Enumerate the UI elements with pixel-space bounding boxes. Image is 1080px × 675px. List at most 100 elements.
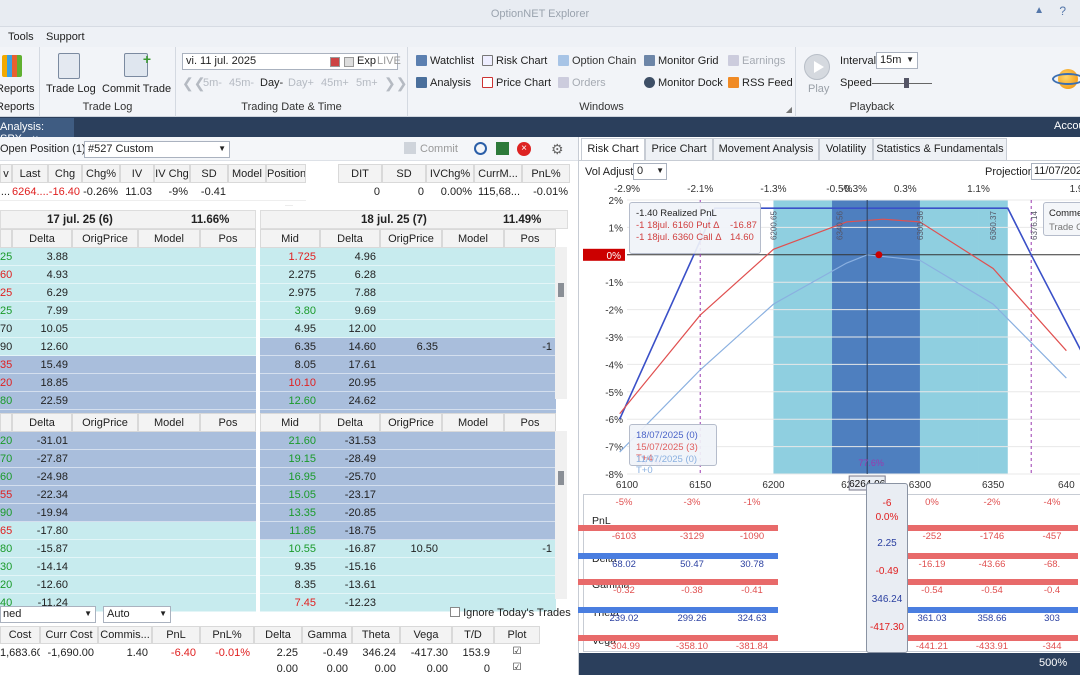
commit-trade-button[interactable]: Commit Trade: [102, 83, 171, 95]
tab-movement-analysis[interactable]: Movement Analysis: [713, 138, 819, 160]
table-row[interactable]: 16.95 -25.70: [260, 468, 556, 486]
live-label[interactable]: LIVE: [377, 55, 401, 67]
table-row[interactable]: 12.60 24.62: [260, 392, 556, 410]
play-icon[interactable]: [804, 54, 830, 80]
analysis-tab[interactable]: Analysis: SPX×: [0, 118, 74, 145]
date-picker[interactable]: vi. 11 jul. 2025 Exp LIVE: [182, 53, 401, 70]
splitter[interactable]: ····: [0, 203, 578, 209]
position-select[interactable]: #527 Custom ▼: [84, 141, 230, 158]
mode-select[interactable]: ned ▼: [0, 606, 96, 623]
collapse-icon[interactable]: ▲: [1034, 5, 1044, 16]
table-row[interactable]: 20 -12.60: [0, 576, 256, 594]
exp-icon[interactable]: [344, 57, 354, 67]
table-row[interactable]: 15.05 -23.17: [260, 486, 556, 504]
commit-trade-icon[interactable]: +: [124, 51, 151, 77]
table-row[interactable]: 19.15 -28.49: [260, 450, 556, 468]
risk-chart-button[interactable]: Risk Chart: [482, 55, 547, 67]
table-row[interactable]: 70 -27.87: [0, 450, 256, 468]
table-row[interactable]: 60 -24.98: [0, 468, 256, 486]
gear-icon[interactable]: ⚙: [551, 141, 564, 158]
table-row[interactable]: 80 22.59: [0, 392, 256, 410]
tab-price-chart[interactable]: Price Chart: [645, 138, 713, 160]
table-row[interactable]: 20 -31.01: [0, 432, 256, 450]
expand-icon[interactable]: ◢: [786, 105, 792, 114]
tab-risk-chart[interactable]: Risk Chart: [581, 138, 645, 160]
step-day-forward[interactable]: Day+: [288, 77, 314, 89]
table-row[interactable]: 8.05 17.61: [260, 356, 556, 374]
step-45m-back[interactable]: 45m-: [229, 77, 254, 89]
reports-icon[interactable]: [2, 55, 22, 77]
tab-statistics[interactable]: Statistics & Fundamentals: [873, 138, 1007, 160]
table-row[interactable]: 35 15.49: [0, 356, 256, 374]
table-row[interactable]: 25 3.88: [0, 248, 256, 266]
calendar-icon[interactable]: [330, 57, 340, 67]
table-row[interactable]: 30 -14.14: [0, 558, 256, 576]
account-label[interactable]: Accou: [1054, 120, 1080, 132]
comments-label[interactable]: Comme: [1049, 208, 1080, 219]
table-row[interactable]: 1.725 4.96: [260, 248, 556, 266]
zoom-level[interactable]: 500%: [1039, 657, 1067, 669]
help-icon[interactable]: ?: [1059, 4, 1066, 18]
table-row[interactable]: 25 6.29: [0, 284, 256, 302]
table-row[interactable]: 20 18.85: [0, 374, 256, 392]
trade-label[interactable]: Trade O: [1049, 222, 1080, 233]
table-row[interactable]: 21.60 -31.53: [260, 432, 556, 450]
table-row[interactable]: 80 -15.87: [0, 540, 256, 558]
monitor-grid-button[interactable]: Monitor Grid: [644, 55, 719, 67]
fast-forward-icon[interactable]: ❯❯: [384, 75, 407, 92]
step-5m-back[interactable]: 5m-: [203, 77, 222, 89]
table-row[interactable]: 60 4.93: [0, 266, 256, 284]
puts-scrollbar[interactable]: [555, 431, 567, 599]
vol-adjust-input[interactable]: 0 ▼: [633, 163, 667, 180]
step-45m-forward[interactable]: 45m+: [321, 77, 349, 89]
table-row[interactable]: 25 7.99: [0, 302, 256, 320]
menu-tools[interactable]: Tools: [8, 31, 34, 43]
watchlist-button[interactable]: Watchlist: [416, 55, 474, 67]
reports-button[interactable]: Reports: [0, 83, 35, 95]
trade-log-icon[interactable]: [58, 53, 80, 79]
table-row[interactable]: 13.35 -20.85: [260, 504, 556, 522]
trade-log-button[interactable]: Trade Log: [46, 83, 96, 95]
export-icon[interactable]: [496, 142, 509, 155]
ignore-trades-checkbox[interactable]: Ignore Today's Trades: [450, 607, 571, 619]
option-chain-button[interactable]: Option Chain: [558, 55, 636, 67]
rewind-icon[interactable]: ❮❮: [182, 75, 205, 92]
menu-support[interactable]: Support: [46, 31, 85, 43]
step-day-back[interactable]: Day-: [260, 77, 283, 89]
risk-chart[interactable]: 2%1%0%-1%-2%-3%-4%-5%-6%-7%-8%6100615062…: [583, 182, 1080, 492]
step-5m-forward[interactable]: 5m+: [356, 77, 378, 89]
commit-button[interactable]: Commit: [420, 143, 458, 155]
table-row[interactable]: 70 10.05: [0, 320, 256, 338]
interval-select[interactable]: 15m ▼: [876, 52, 918, 69]
table-row[interactable]: 3.80 9.69: [260, 302, 556, 320]
search-icon[interactable]: [474, 142, 487, 155]
table-row[interactable]: 10.55 -16.87 10.50 -1: [260, 540, 556, 558]
table-row[interactable]: 9.35 -15.16: [260, 558, 556, 576]
monitor-dock-button[interactable]: Monitor Dock: [644, 77, 723, 89]
delete-icon[interactable]: ×: [517, 142, 531, 156]
speed-slider[interactable]: [872, 78, 932, 88]
table-row[interactable]: 90 12.60: [0, 338, 256, 356]
rss-feed-button[interactable]: RSS Feed: [728, 77, 793, 89]
earnings-button[interactable]: Earnings: [728, 55, 785, 67]
table-row[interactable]: 2.975 7.88: [260, 284, 556, 302]
tab-volatility[interactable]: Volatility: [819, 138, 873, 160]
plot-checkbox[interactable]: ☑: [494, 645, 540, 661]
auto-select[interactable]: Auto ▼: [103, 606, 171, 623]
orders-button[interactable]: Orders: [558, 77, 606, 89]
analysis-button[interactable]: Analysis: [416, 77, 471, 89]
table-row[interactable]: 11.85 -18.75: [260, 522, 556, 540]
table-row[interactable]: 55 -22.34: [0, 486, 256, 504]
calls-scrollbar[interactable]: [555, 247, 567, 399]
slider-thumb[interactable]: [904, 78, 909, 88]
table-row[interactable]: 4.95 12.00: [260, 320, 556, 338]
projection-date-input[interactable]: 11/07/202: [1031, 163, 1080, 180]
plot-checkbox[interactable]: ☑: [494, 661, 540, 675]
price-chart-button[interactable]: Price Chart: [482, 77, 551, 89]
table-row[interactable]: 90 -19.94: [0, 504, 256, 522]
table-row[interactable]: 6.35 14.60 6.35 -1: [260, 338, 556, 356]
exp-label[interactable]: Exp: [357, 55, 376, 67]
play-button[interactable]: Play: [808, 83, 829, 95]
table-row[interactable]: 10.10 20.95: [260, 374, 556, 392]
table-row[interactable]: 2.275 6.28: [260, 266, 556, 284]
